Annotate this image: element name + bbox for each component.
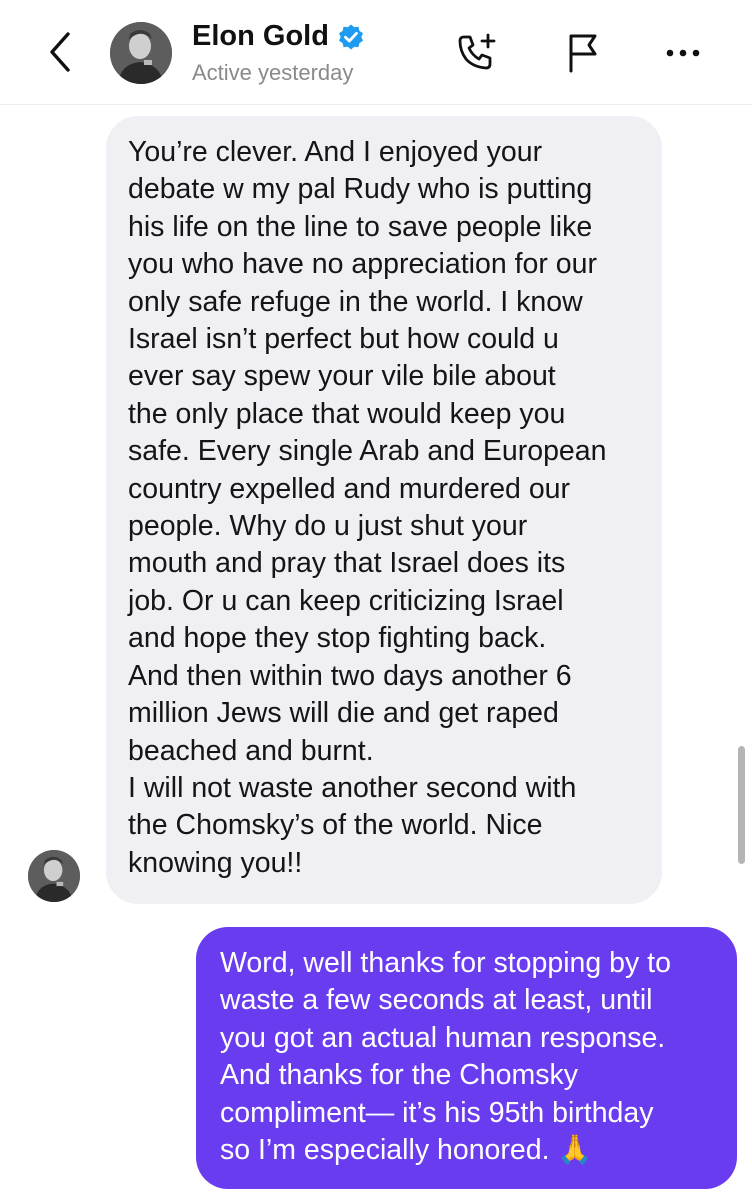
message-text: Word, well thanks for stopping by to was… <box>220 947 671 1167</box>
incoming-message[interactable]: You’re clever. And I enjoyed your debate… <box>106 116 662 904</box>
contact-name: Elon Gold <box>192 20 329 52</box>
message-text: You’re clever. And I enjoyed your debate… <box>128 136 607 879</box>
conversation-header: Elon Gold Active yesterday <box>0 0 752 105</box>
sender-avatar[interactable] <box>28 850 80 902</box>
chevron-left-icon <box>50 32 70 72</box>
more-options-button[interactable] <box>660 30 706 76</box>
outgoing-message[interactable]: Word, well thanks for stopping by to was… <box>196 927 737 1189</box>
contact-avatar[interactable] <box>110 22 172 84</box>
contact-name-row[interactable]: Elon Gold <box>192 20 365 53</box>
flag-icon <box>569 34 597 73</box>
report-button[interactable] <box>560 30 606 76</box>
back-button[interactable] <box>40 28 80 76</box>
scrollbar[interactable] <box>738 746 745 864</box>
phone-plus-icon <box>458 33 496 70</box>
avatar-photo <box>110 22 172 84</box>
call-button[interactable] <box>454 30 500 76</box>
avatar-photo <box>28 850 80 902</box>
verified-badge-icon <box>338 24 363 49</box>
contact-status: Active yesterday <box>192 60 354 85</box>
more-horizontal-icon <box>666 49 700 57</box>
